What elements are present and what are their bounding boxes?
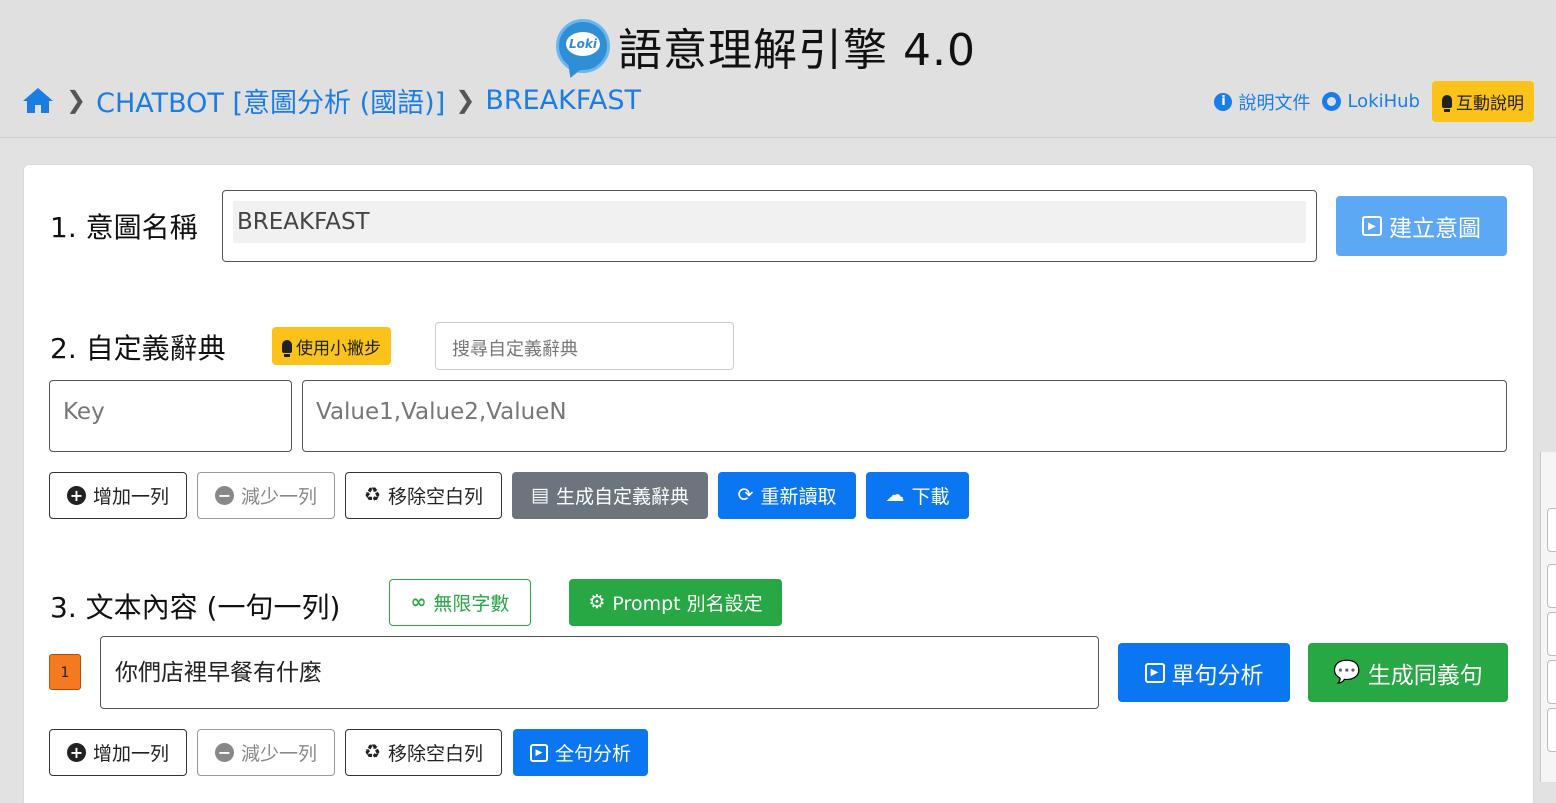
analyze-all-button[interactable]: ▶ 全句分析 (513, 729, 648, 776)
intent-name-label: 1. 意圖名稱 (50, 211, 198, 244)
side-tab[interactable] (1547, 660, 1556, 704)
app-title: 語意理解引擎 4.0 (618, 25, 976, 76)
unlimited-chars-label: 無限字數 (433, 593, 510, 615)
dictionary-search-input[interactable]: 搜尋自定義辭典 (435, 322, 734, 370)
recycle-icon: ♻ (363, 484, 382, 506)
dictionary-tips-button[interactable]: 使用小撇步 (272, 327, 391, 365)
add-row-label: 增加一列 (92, 743, 169, 765)
minus-circle-icon: − (214, 486, 234, 505)
dictionary-label: 2. 自定義辭典 (50, 332, 226, 365)
add-row-label: 增加一列 (92, 486, 169, 508)
prompt-alias-label: Prompt 別名設定 (612, 593, 763, 615)
remove-empty-label: 移除空白列 (388, 743, 484, 765)
header: Loki 語意理解引擎 4.0 ❯ CHATBOT [意圖分析 (國語)] ❯ … (0, 0, 1556, 138)
row-number-badge: 1 (49, 654, 81, 690)
generate-synonym-label: 生成同義句 (1367, 662, 1483, 689)
lokihub-link[interactable]: LokiHub (1322, 91, 1420, 112)
docs-link-label: 說明文件 (1238, 92, 1311, 114)
analyze-sentence-button[interactable]: ▶ 單句分析 (1118, 643, 1290, 702)
loki-logo: Loki (556, 19, 610, 73)
home-icon[interactable] (22, 85, 56, 115)
dictionary-remove-empty-button[interactable]: ♻ 移除空白列 (345, 472, 502, 519)
cloud-download-icon: ☁ (885, 484, 905, 506)
lokihub-link-label: LokiHub (1347, 91, 1420, 112)
download-dictionary-button[interactable]: ☁ 下載 (866, 472, 969, 519)
info-icon: i (1214, 92, 1233, 111)
dictionary-tips-label: 使用小撇步 (296, 338, 381, 359)
text-add-row-button[interactable]: + 增加一列 (49, 729, 187, 776)
minus-circle-icon: − (214, 743, 234, 762)
dictionary-key-placeholder: Key (63, 399, 105, 425)
dictionary-value-input[interactable]: Value1,Value2,ValueN (302, 380, 1507, 452)
recycle-icon: ♻ (363, 741, 382, 763)
generate-dictionary-button[interactable]: ▤ 生成自定義辭典 (512, 472, 708, 519)
download-label: 下載 (911, 486, 950, 508)
app-title-area: Loki 語意理解引擎 4.0 (556, 16, 976, 76)
side-panel-edge[interactable] (1540, 452, 1556, 782)
intent-name-value: BREAKFAST (237, 209, 370, 235)
book-icon: ▤ (531, 484, 549, 506)
generate-dictionary-label: 生成自定義辭典 (555, 486, 689, 508)
dictionary-key-input[interactable]: Key (49, 380, 292, 452)
top-links: i 說明文件 LokiHub 互動說明 (1214, 81, 1534, 122)
unlimited-chars-button[interactable]: ∞ 無限字數 (389, 579, 531, 626)
play-square-icon: ▶ (1362, 216, 1382, 236)
dictionary-remove-row-button[interactable]: − 減少一列 (197, 472, 335, 519)
github-icon (1322, 92, 1342, 111)
plus-circle-icon: + (66, 743, 86, 762)
remove-row-label: 減少一列 (240, 743, 317, 765)
lightbulb-icon (1442, 95, 1452, 112)
interactive-help-label: 互動說明 (1456, 94, 1524, 114)
docs-link[interactable]: i 說明文件 (1214, 89, 1310, 115)
text-remove-row-button[interactable]: − 減少一列 (197, 729, 335, 776)
breadcrumb: ❯ CHATBOT [意圖分析 (國語)] ❯ BREAKFAST (22, 80, 641, 120)
prompt-alias-button[interactable]: ⚙ Prompt 別名設定 (569, 579, 782, 626)
dictionary-value-placeholder: Value1,Value2,ValueN (316, 399, 567, 425)
dictionary-search-placeholder: 搜尋自定義辭典 (452, 339, 578, 360)
refresh-icon: ⟳ (737, 484, 754, 506)
analyze-sentence-label: 單句分析 (1171, 662, 1264, 689)
chevron-right-icon: ❯ (455, 86, 476, 114)
breadcrumb-project-link[interactable]: CHATBOT [意圖分析 (國語)] (96, 81, 445, 120)
chevron-right-icon: ❯ (66, 86, 87, 114)
gear-icon: ⚙ (588, 591, 606, 613)
sentence-input-value: 你們店裡早餐有什麼 (115, 660, 322, 686)
side-tab[interactable] (1547, 612, 1556, 656)
plus-circle-icon: + (66, 486, 86, 505)
analyze-all-label: 全句分析 (554, 743, 631, 765)
generate-synonym-button[interactable]: 💬 生成同義句 (1308, 643, 1508, 702)
infinity-icon: ∞ (410, 591, 427, 613)
play-square-icon: ▶ (1144, 662, 1165, 683)
sentence-input[interactable]: 你們店裡早餐有什麼 (100, 636, 1099, 709)
interactive-help-button[interactable]: 互動說明 (1432, 81, 1534, 122)
remove-row-label: 減少一列 (240, 486, 317, 508)
logo-text: Loki (566, 32, 600, 56)
create-intent-button[interactable]: ▶ 建立意圖 (1336, 196, 1507, 256)
intent-name-field[interactable]: BREAKFAST (222, 190, 1317, 262)
remove-empty-label: 移除空白列 (388, 486, 484, 508)
reload-dictionary-button[interactable]: ⟳ 重新讀取 (718, 472, 856, 519)
text-content-label: 3. 文本內容 (一句一列) (50, 591, 341, 624)
side-tab[interactable] (1547, 508, 1556, 552)
side-tab[interactable] (1547, 564, 1556, 608)
chat-bubble-icon: 💬 (1333, 659, 1361, 685)
breadcrumb-intent-link[interactable]: BREAKFAST (485, 85, 641, 116)
side-tab[interactable] (1547, 708, 1556, 752)
reload-label: 重新讀取 (760, 486, 837, 508)
dictionary-add-row-button[interactable]: + 增加一列 (49, 472, 187, 519)
play-square-icon: ▶ (529, 743, 548, 762)
lightbulb-icon (282, 339, 292, 357)
create-intent-label: 建立意圖 (1389, 216, 1481, 242)
text-remove-empty-button[interactable]: ♻ 移除空白列 (345, 729, 502, 776)
